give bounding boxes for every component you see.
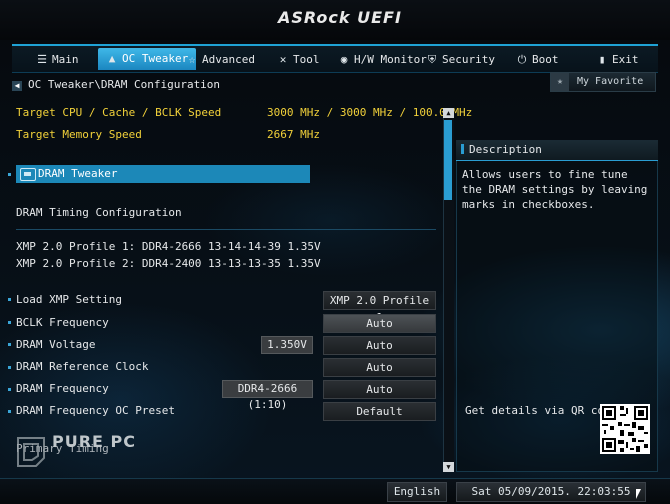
tab-exit[interactable]: ▮ Exit: [596, 50, 639, 70]
list-icon: ☰: [37, 53, 47, 66]
back-arrow-icon[interactable]: ◀: [12, 81, 22, 91]
setting-dram-frequency-current: DDR4-2666 (1:10): [222, 380, 313, 411]
tab-hw-monitor[interactable]: ◉ H/W Monitor: [338, 50, 427, 70]
setting-bclk-value[interactable]: Auto: [323, 314, 436, 333]
row-bullet: [8, 298, 11, 301]
row-bullet: [8, 173, 11, 176]
setting-dram-frequency-value[interactable]: Auto: [323, 380, 436, 399]
tab-advanced[interactable]: ☆ Advanced: [186, 50, 255, 70]
tab-oc-tweaker[interactable]: ▲ OC Tweaker: [98, 48, 197, 70]
exit-icon: ▮: [598, 53, 606, 66]
brand-name: ASRock: [278, 8, 351, 27]
tab-tool[interactable]: ✕ Tool: [277, 50, 320, 70]
product-name: UEFI: [357, 8, 402, 27]
shield-icon: ⛨: [427, 53, 437, 66]
dram-tweaker-item[interactable]: DRAM Tweaker: [16, 165, 310, 183]
setting-dram-voltage-current: 1.350V: [261, 336, 313, 354]
target-cpu-value: 3000 MHz / 3000 MHz / 100.0 MHz: [267, 106, 473, 119]
language-button[interactable]: English: [387, 482, 447, 502]
setting-dram-voltage-label: DRAM Voltage: [16, 338, 96, 351]
my-favorite-button[interactable]: ★ My Favorite: [550, 72, 656, 92]
qr-label: Get details via QR code: [465, 404, 618, 417]
tab-boot[interactable]: ⏻ Boot: [516, 50, 559, 70]
tab-main[interactable]: ☰ Main: [36, 50, 78, 70]
tab-security[interactable]: ⛨ Security: [426, 50, 495, 70]
header: ASRock UEFI: [0, 0, 670, 40]
setting-bclk-label: BCLK Frequency: [16, 316, 109, 329]
power-icon: ⏻: [517, 53, 527, 66]
description-header: Description: [456, 140, 658, 161]
scrollbar-thumb[interactable]: [444, 120, 452, 200]
setting-ref-clock-label: DRAM Reference Clock: [16, 360, 149, 373]
setting-load-xmp-value[interactable]: XMP 2.0 Profile 1: [323, 291, 436, 324]
row-bullet: [8, 366, 11, 369]
row-bullet: [8, 343, 11, 346]
mouse-cursor-icon: [636, 489, 641, 499]
section-divider: [16, 229, 436, 230]
tools-icon: ✕: [279, 53, 287, 66]
brand-logo: ASRock UEFI: [278, 8, 402, 27]
setting-oc-preset-value[interactable]: Default: [323, 402, 436, 421]
star-icon: ☆: [188, 53, 196, 66]
row-bullet: [8, 321, 11, 324]
breadcrumb: ◀ OC Tweaker\DRAM Configuration: [12, 78, 220, 91]
scroll-up-arrow-icon[interactable]: ▲: [443, 108, 454, 118]
monitor-icon: ◉: [340, 53, 348, 66]
scroll-down-arrow-icon[interactable]: ▼: [443, 462, 454, 472]
setting-load-xmp-label: Load XMP Setting: [16, 293, 122, 306]
setting-dram-voltage-value[interactable]: Auto: [323, 336, 436, 355]
tab-bar: ☰ Main ▲ OC Tweaker ☆ Advanced ✕ Tool ◉ H/W M…: [12, 44, 658, 73]
target-cpu-label: Target CPU / Cache / BCLK Speed: [16, 106, 222, 119]
datetime-display: Sat 05/09/2015. 22:03:55: [456, 482, 646, 502]
section-title: DRAM Timing Configuration: [16, 206, 182, 219]
setting-dram-frequency-label: DRAM Frequency: [16, 382, 109, 395]
setting-oc-preset-label: DRAM Frequency OC Preset: [16, 404, 175, 417]
xmp-profile-1: XMP 2.0 Profile 1: DDR4-2666 13-14-14-39…: [16, 240, 321, 253]
memory-icon: [20, 168, 36, 181]
qr-code: [600, 404, 650, 454]
watermark-text: PURE PC: [52, 432, 137, 451]
xmp-profile-2: XMP 2.0 Profile 2: DDR4-2400 13-13-13-35…: [16, 257, 321, 270]
header-marker: [461, 144, 464, 154]
description-text: Allows users to fine tune the DRAM setti…: [462, 168, 648, 211]
star-icon: ★: [551, 73, 569, 91]
dram-tweaker-label: DRAM Tweaker: [38, 167, 118, 180]
flame-icon: ▲: [108, 52, 116, 65]
row-bullet: [8, 388, 11, 391]
target-memory-label: Target Memory Speed: [16, 128, 142, 141]
breadcrumb-text: OC Tweaker\DRAM Configuration: [28, 78, 221, 91]
setting-ref-clock-value[interactable]: Auto: [323, 358, 436, 377]
target-memory-value: 2667 MHz: [267, 128, 320, 141]
row-bullet: [8, 410, 11, 413]
